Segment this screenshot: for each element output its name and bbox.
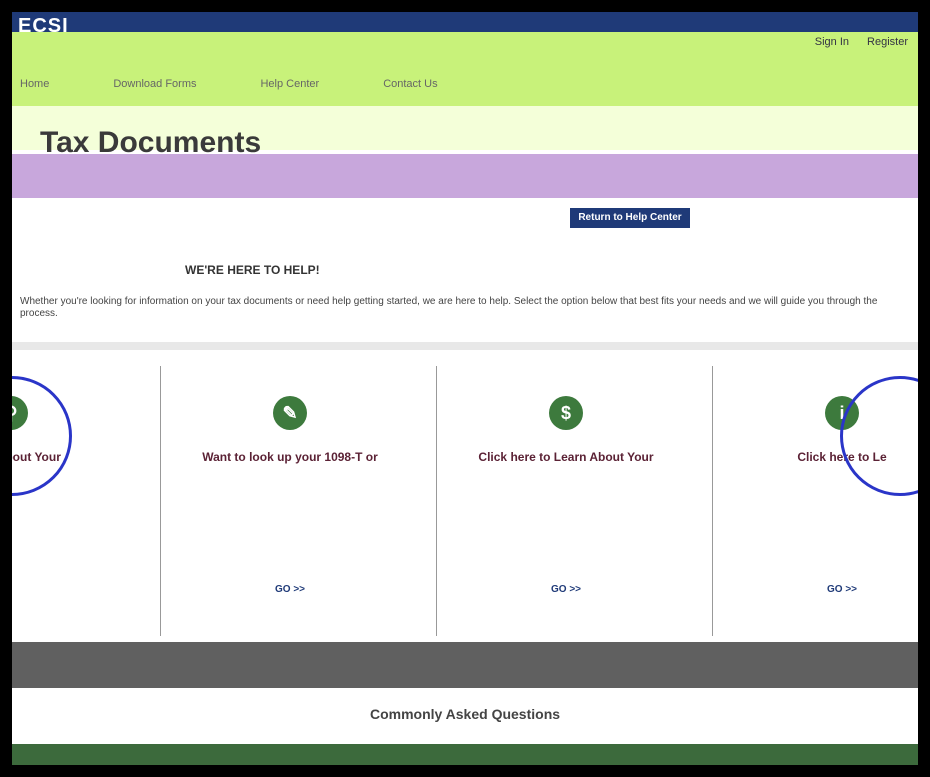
card-title: Click here to Learn About Your bbox=[478, 450, 654, 464]
nav-download-forms[interactable]: Download Forms bbox=[113, 78, 196, 90]
header-strip bbox=[12, 32, 918, 106]
section-title: WE'RE HERE TO HELP! bbox=[185, 263, 320, 277]
pencil-icon: ✎ bbox=[273, 396, 307, 430]
intro-text: Whether you're looking for information o… bbox=[20, 296, 878, 319]
nav-contact-us[interactable]: Contact Us bbox=[383, 78, 437, 90]
dollar-icon: $ bbox=[549, 396, 583, 430]
register-link[interactable]: Register bbox=[867, 36, 908, 48]
card-title: Want to look up your 1098-T or bbox=[202, 450, 378, 464]
hero-band bbox=[12, 154, 918, 198]
sign-in-link[interactable]: Sign In bbox=[815, 36, 849, 48]
main-nav: Home Download Forms Help Center Contact … bbox=[20, 78, 438, 90]
return-to-help-center-button[interactable]: Return to Help Center bbox=[570, 208, 690, 228]
card-learn-about[interactable]: ⚲ Learn About Your bbox=[12, 366, 140, 636]
go-link[interactable]: GO >> bbox=[161, 584, 419, 595]
dark-band bbox=[12, 642, 918, 688]
divider bbox=[12, 342, 918, 350]
card-lookup-1098t[interactable]: ✎ Want to look up your 1098-T or GO >> bbox=[160, 366, 418, 636]
footer bbox=[12, 744, 918, 765]
card-title: Learn About Your bbox=[12, 450, 61, 464]
page-frame: ECSI Sign In Register Home Download Form… bbox=[12, 12, 918, 765]
faq-heading: Commonly Asked Questions bbox=[369, 706, 561, 722]
account-links: Sign In Register bbox=[815, 36, 908, 48]
nav-help-center[interactable]: Help Center bbox=[260, 78, 319, 90]
card-learn-about-your[interactable]: $ Click here to Learn About Your GO >> bbox=[436, 366, 694, 636]
magnifier-icon: ⚲ bbox=[12, 396, 28, 430]
top-bar: ECSI bbox=[12, 12, 918, 37]
help-cards: ⚲ Learn About Your ✎ Want to look up you… bbox=[12, 366, 918, 636]
go-link[interactable]: GO >> bbox=[437, 584, 695, 595]
go-link[interactable]: GO >> bbox=[713, 584, 918, 595]
nav-home[interactable]: Home bbox=[20, 78, 49, 90]
